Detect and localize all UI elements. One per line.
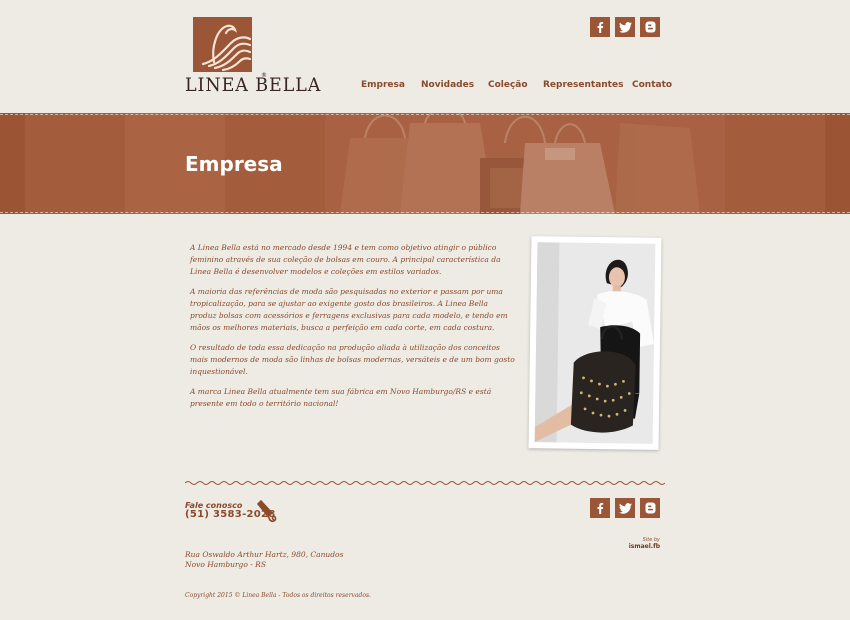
address-line-2: Novo Hamburgo - RS	[185, 560, 266, 569]
facebook-icon[interactable]	[590, 17, 610, 37]
handbags-background-image	[340, 113, 700, 214]
twitter-icon[interactable]	[615, 17, 635, 37]
nav-contato[interactable]: Contato	[632, 80, 672, 90]
address-line-1: Rua Oswaldo Arthur Hartz, 980, Canudos	[185, 550, 344, 559]
banner-stitch-bottom	[0, 212, 850, 213]
nav-empresa[interactable]: Empresa	[361, 80, 405, 90]
content-paragraph: A marca Linea Bella atualmente tem sua f…	[190, 387, 492, 408]
model-photo-frame	[528, 236, 662, 450]
nav-colecao[interactable]: Coleção	[488, 80, 528, 90]
content-paragraph: O resultado de toda essa dedicação na pr…	[190, 343, 515, 376]
content-paragraph: A maioria das referências de moda são pe…	[190, 287, 508, 332]
registered-mark: ®	[261, 72, 267, 79]
pen-icon	[257, 499, 277, 523]
logo-swan-mark[interactable]	[193, 17, 252, 72]
footer-divider	[185, 481, 665, 485]
model-photo	[534, 242, 656, 444]
logo-wordmark: LINEA BELLA	[185, 74, 322, 96]
copyright: Copyright 2015 © Linea Bella - Todos os …	[185, 592, 371, 599]
blogger-icon[interactable]	[640, 17, 660, 37]
page-banner	[0, 113, 850, 214]
blogger-icon[interactable]	[640, 498, 660, 518]
nav-representantes[interactable]: Representantes	[543, 80, 623, 90]
facebook-icon[interactable]	[590, 498, 610, 518]
twitter-icon[interactable]	[615, 498, 635, 518]
site-by-credit[interactable]: ismael.fb	[600, 543, 660, 550]
banner-stitch-top	[0, 114, 850, 115]
nav-novidades[interactable]: Novidades	[421, 80, 474, 90]
page-title: Empresa	[185, 152, 283, 176]
content-paragraph: A Linea Bella está no mercado desde 1994…	[190, 243, 501, 276]
